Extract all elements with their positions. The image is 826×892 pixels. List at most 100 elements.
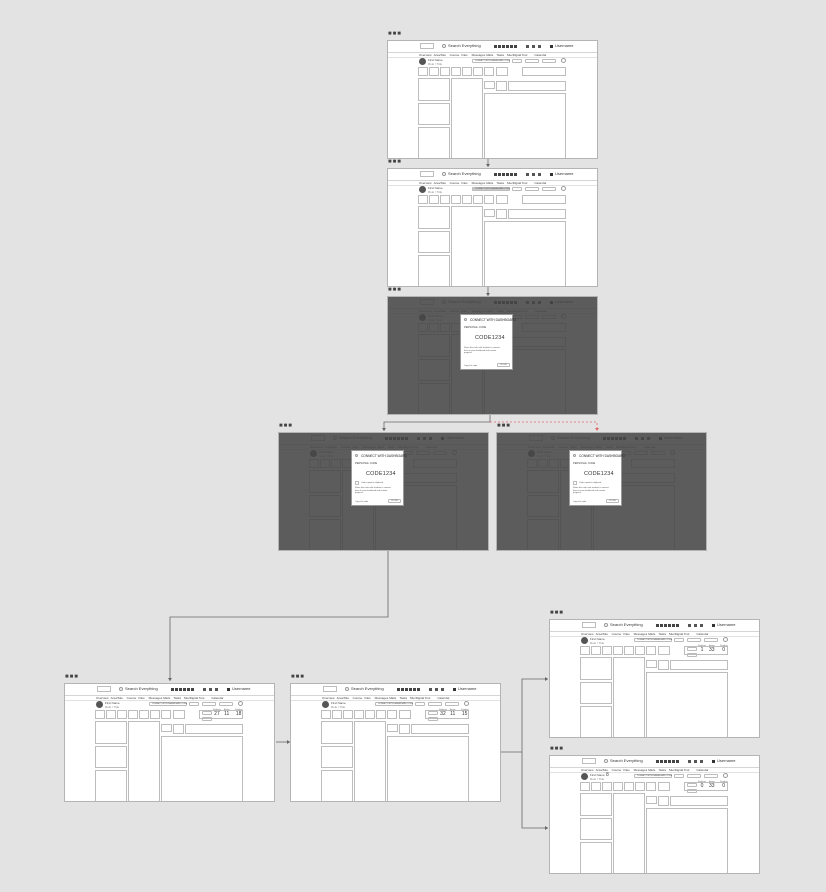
tile[interactable] xyxy=(635,782,645,791)
select-all-button[interactable] xyxy=(687,774,701,778)
tile[interactable] xyxy=(484,67,494,76)
nav-item[interactable]: Mails xyxy=(486,181,493,185)
tile[interactable] xyxy=(646,782,656,791)
toolbar-icon[interactable] xyxy=(498,173,501,176)
toolbar-icon[interactable] xyxy=(510,45,513,48)
select-all-button[interactable] xyxy=(542,187,556,191)
search-icon[interactable] xyxy=(345,687,349,691)
search-input[interactable]: Search Everything xyxy=(448,172,481,176)
add-button[interactable] xyxy=(687,647,697,651)
notification-icon[interactable] xyxy=(700,624,703,627)
nav-item[interactable]: Files xyxy=(461,53,467,57)
nav-item[interactable]: Tasks xyxy=(173,696,181,700)
nav-item[interactable]: Files xyxy=(138,696,144,700)
nav-item[interactable]: Site/Digital Tool xyxy=(410,696,431,700)
tile[interactable] xyxy=(473,67,483,76)
small-card[interactable] xyxy=(173,724,184,734)
nav-item[interactable]: Files xyxy=(623,632,629,636)
nav-item[interactable]: Course xyxy=(127,696,137,700)
tile[interactable] xyxy=(418,195,428,204)
nav-item[interactable]: Overview xyxy=(322,696,335,700)
search-icon[interactable] xyxy=(442,44,446,48)
user-icon[interactable] xyxy=(550,173,553,176)
toolbar-icon[interactable] xyxy=(405,688,408,691)
select-all-button[interactable] xyxy=(525,59,539,63)
reset-button[interactable] xyxy=(674,638,684,642)
nav-item[interactable]: Overview xyxy=(581,632,594,636)
nav-item[interactable]: Site/Digital Tool xyxy=(507,53,528,57)
settings-icon[interactable] xyxy=(561,58,566,63)
toolbar-icon[interactable] xyxy=(676,624,679,627)
nav-item[interactable]: Tasks xyxy=(496,53,504,57)
nav-item[interactable]: Mails xyxy=(648,632,655,636)
copy-icon[interactable] xyxy=(355,481,359,485)
select-all-button[interactable] xyxy=(542,59,556,63)
search-input[interactable]: Search Everything xyxy=(610,759,643,763)
user-icon[interactable] xyxy=(712,624,715,627)
add-button[interactable] xyxy=(202,711,212,715)
frame-dots-menu[interactable]: ■■■ xyxy=(388,159,402,165)
small-card[interactable] xyxy=(399,724,410,734)
toolbar-icon[interactable] xyxy=(672,624,675,627)
nav-item[interactable]: Messages xyxy=(149,696,163,700)
reset-button[interactable] xyxy=(189,702,199,706)
nav-item[interactable]: Messages xyxy=(472,53,486,57)
add-button[interactable] xyxy=(687,789,697,793)
toolbar-icon[interactable] xyxy=(401,688,404,691)
nav-item[interactable]: Calendar xyxy=(696,632,708,636)
nav-item[interactable]: Site/Digital Tool xyxy=(669,632,690,636)
nav-item[interactable]: Course xyxy=(450,181,460,185)
toolbar-icon[interactable] xyxy=(506,45,509,48)
tile[interactable] xyxy=(451,67,461,76)
tile[interactable] xyxy=(624,782,634,791)
toolbar-icon[interactable] xyxy=(672,760,675,763)
nav-item[interactable]: Overview xyxy=(419,181,432,185)
notification-icon[interactable] xyxy=(532,45,535,48)
toolbar-icon[interactable] xyxy=(494,45,497,48)
nav-item[interactable]: Tasks xyxy=(658,768,666,772)
filter-input[interactable] xyxy=(522,67,566,76)
notification-icon[interactable] xyxy=(538,173,541,176)
nav-item[interactable]: Area/Site xyxy=(434,53,446,57)
copy-icon[interactable] xyxy=(573,481,577,485)
toolbar-icon[interactable] xyxy=(676,760,679,763)
select-all-button[interactable] xyxy=(687,638,701,642)
tile[interactable] xyxy=(635,646,645,655)
toolbar-icon[interactable] xyxy=(656,760,659,763)
toolbar-icon[interactable] xyxy=(183,688,186,691)
nav-item[interactable]: Calendar xyxy=(534,181,546,185)
settings-icon[interactable] xyxy=(561,186,566,191)
nav-item[interactable]: Messages xyxy=(634,768,648,772)
nav-item[interactable]: Mails xyxy=(648,768,655,772)
nav-item[interactable]: Calendar xyxy=(534,53,546,57)
frame-dots-menu[interactable]: ■■■ xyxy=(291,674,305,680)
toolbar-icon[interactable] xyxy=(664,760,667,763)
notification-icon[interactable] xyxy=(694,624,697,627)
nav-item[interactable]: Site/Digital Tool xyxy=(669,768,690,772)
user-icon[interactable] xyxy=(550,45,553,48)
frame-dots-menu[interactable]: ■■■ xyxy=(550,746,564,752)
notification-icon[interactable] xyxy=(209,688,212,691)
tile[interactable] xyxy=(321,710,331,719)
search-input[interactable]: Search Everything xyxy=(610,623,643,627)
toolbar-icon[interactable] xyxy=(668,760,671,763)
small-card[interactable] xyxy=(484,81,495,89)
nav-item[interactable]: Tasks xyxy=(496,181,504,185)
filter-input[interactable] xyxy=(522,195,566,204)
tile[interactable] xyxy=(418,67,428,76)
tile[interactable] xyxy=(451,195,461,204)
search-icon[interactable] xyxy=(442,172,446,176)
tile[interactable] xyxy=(429,195,439,204)
toolbar-icon[interactable] xyxy=(179,688,182,691)
toolbar-icon[interactable] xyxy=(660,624,663,627)
nav-item[interactable]: Files xyxy=(623,768,629,772)
toolbar-icon[interactable] xyxy=(668,624,671,627)
small-card[interactable] xyxy=(658,796,669,806)
tile[interactable] xyxy=(580,782,590,791)
search-icon[interactable] xyxy=(604,759,608,763)
settings-icon[interactable] xyxy=(723,773,728,778)
nav-item[interactable]: Course xyxy=(612,768,622,772)
nav-item[interactable]: Tasks xyxy=(399,696,407,700)
tile[interactable] xyxy=(387,710,397,719)
notification-icon[interactable] xyxy=(441,688,444,691)
